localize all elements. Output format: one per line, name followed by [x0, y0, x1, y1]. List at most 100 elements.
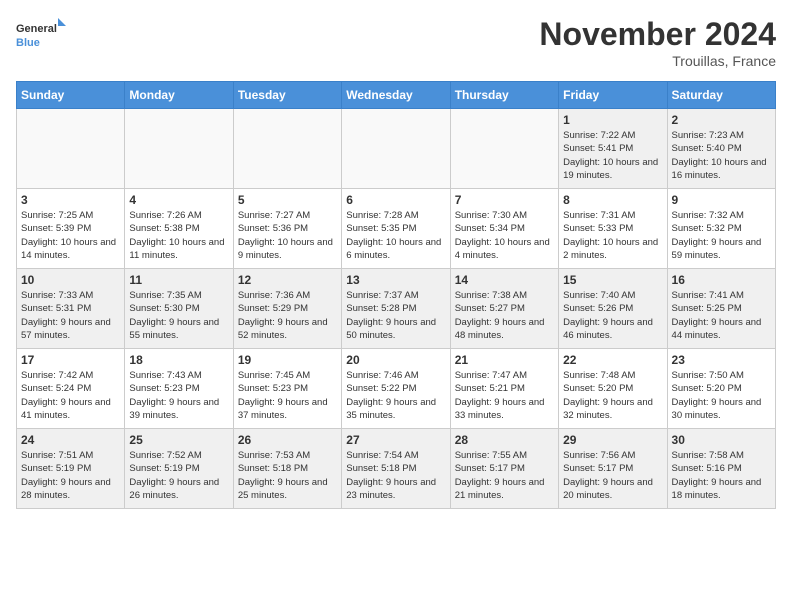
calendar-cell: 18Sunrise: 7:43 AM Sunset: 5:23 PM Dayli… [125, 349, 233, 429]
day-number: 19 [238, 353, 337, 367]
location: Trouillas, France [539, 53, 776, 69]
day-number: 17 [21, 353, 120, 367]
calendar-cell: 12 Sunrise: 7:36 AM Sunset: 5:29 PM Dayli… [233, 269, 341, 349]
day-number: 22 [563, 353, 662, 367]
svg-text:Blue: Blue [16, 37, 40, 49]
day-number: 24 [21, 433, 120, 447]
logo-svg: General Blue [16, 16, 66, 56]
calendar-cell: 19 Sunrise: 7:45 AM Sunset: 5:23 PM Dayli… [233, 349, 341, 429]
calendar-cell: 16 Sunrise: 7:41 AM Sunset: 5:25 PM Dayli… [667, 269, 775, 349]
calendar-cell: 13 Sunrise: 7:37 AM Sunset: 5:28 PM Dayli… [342, 269, 450, 349]
day-info: Sunrise: 7:56 AM Sunset: 5:17 PM Dayligh… [563, 449, 662, 502]
day-number: 13 [346, 273, 445, 287]
calendar-week-row: 3 Sunrise: 7:25 AM Sunset: 5:39 PM Daylig… [17, 189, 776, 269]
day-info: Sunrise: 7:52 AM Sunset: 5:19 PM Dayligh… [129, 449, 228, 502]
calendar-cell: 25 Sunrise: 7:52 AM Sunset: 5:19 PM Dayli… [125, 429, 233, 509]
day-info: Sunrise: 7:37 AM Sunset: 5:28 PM Dayligh… [346, 289, 445, 342]
calendar-cell: 20 Sunrise: 7:46 AM Sunset: 5:22 PM Dayli… [342, 349, 450, 429]
day-number: 10 [21, 273, 120, 287]
logo: General Blue [16, 16, 66, 56]
day-info: Sunrise: 7:43 AM Sunset: 5:23 PM Dayligh… [129, 369, 228, 422]
calendar-cell: 22 Sunrise: 7:48 AM Sunset: 5:20 PM Dayli… [559, 349, 667, 429]
calendar-cell: 23 Sunrise: 7:50 AM Sunset: 5:20 PM Dayli… [667, 349, 775, 429]
calendar-cell: 7Sunrise: 7:30 AM Sunset: 5:34 PM Daylig… [450, 189, 558, 269]
calendar-week-row: 17 Sunrise: 7:42 AM Sunset: 5:24 PM Dayli… [17, 349, 776, 429]
calendar-header-friday: Friday [559, 82, 667, 109]
day-info: Sunrise: 7:58 AM Sunset: 5:16 PM Dayligh… [672, 449, 771, 502]
calendar-header-thursday: Thursday [450, 82, 558, 109]
day-number: 3 [21, 193, 120, 207]
calendar-week-row: 24 Sunrise: 7:51 AM Sunset: 5:19 PM Dayli… [17, 429, 776, 509]
day-number: 8 [563, 193, 662, 207]
calendar-cell: 17 Sunrise: 7:42 AM Sunset: 5:24 PM Dayli… [17, 349, 125, 429]
day-number: 1 [563, 113, 662, 127]
calendar-cell: 24 Sunrise: 7:51 AM Sunset: 5:19 PM Dayli… [17, 429, 125, 509]
day-info: Sunrise: 7:45 AM Sunset: 5:23 PM Dayligh… [238, 369, 337, 422]
day-info: Sunrise: 7:50 AM Sunset: 5:20 PM Dayligh… [672, 369, 771, 422]
day-info: Sunrise: 7:51 AM Sunset: 5:19 PM Dayligh… [21, 449, 120, 502]
day-info: Sunrise: 7:33 AM Sunset: 5:31 PM Dayligh… [21, 289, 120, 342]
calendar-cell [125, 109, 233, 189]
day-number: 23 [672, 353, 771, 367]
day-number: 25 [129, 433, 228, 447]
day-number: 16 [672, 273, 771, 287]
day-info: Sunrise: 7:54 AM Sunset: 5:18 PM Dayligh… [346, 449, 445, 502]
day-number: 26 [238, 433, 337, 447]
calendar-header-wednesday: Wednesday [342, 82, 450, 109]
calendar-header-saturday: Saturday [667, 82, 775, 109]
day-number: 20 [346, 353, 445, 367]
day-info: Sunrise: 7:25 AM Sunset: 5:39 PM Dayligh… [21, 209, 120, 262]
day-number: 28 [455, 433, 554, 447]
day-info: Sunrise: 7:36 AM Sunset: 5:29 PM Dayligh… [238, 289, 337, 342]
calendar-header-monday: Monday [125, 82, 233, 109]
day-number: 27 [346, 433, 445, 447]
calendar-cell: 4 Sunrise: 7:26 AM Sunset: 5:38 PM Daylig… [125, 189, 233, 269]
calendar-cell: 10 Sunrise: 7:33 AM Sunset: 5:31 PM Dayli… [17, 269, 125, 349]
title-block: November 2024 Trouillas, France [539, 16, 776, 69]
calendar-cell: 11 Sunrise: 7:35 AM Sunset: 5:30 PM Dayli… [125, 269, 233, 349]
calendar-week-row: 10 Sunrise: 7:33 AM Sunset: 5:31 PM Dayli… [17, 269, 776, 349]
day-number: 9 [672, 193, 771, 207]
day-info: Sunrise: 7:30 AM Sunset: 5:34 PM Dayligh… [455, 209, 554, 262]
day-info: Sunrise: 7:46 AM Sunset: 5:22 PM Dayligh… [346, 369, 445, 422]
day-info: Sunrise: 7:53 AM Sunset: 5:18 PM Dayligh… [238, 449, 337, 502]
calendar-cell [342, 109, 450, 189]
day-number: 4 [129, 193, 228, 207]
day-info: Sunrise: 7:26 AM Sunset: 5:38 PM Dayligh… [129, 209, 228, 262]
day-info: Sunrise: 7:55 AM Sunset: 5:17 PM Dayligh… [455, 449, 554, 502]
day-info: Sunrise: 7:28 AM Sunset: 5:35 PM Dayligh… [346, 209, 445, 262]
day-info: Sunrise: 7:41 AM Sunset: 5:25 PM Dayligh… [672, 289, 771, 342]
day-number: 6 [346, 193, 445, 207]
day-info: Sunrise: 7:35 AM Sunset: 5:30 PM Dayligh… [129, 289, 228, 342]
day-number: 14 [455, 273, 554, 287]
calendar-header-sunday: Sunday [17, 82, 125, 109]
calendar-cell: 28 Sunrise: 7:55 AM Sunset: 5:17 PM Dayli… [450, 429, 558, 509]
calendar-week-row: 1Sunrise: 7:22 AM Sunset: 5:41 PM Daylig… [17, 109, 776, 189]
day-number: 12 [238, 273, 337, 287]
page-header: General Blue November 2024 Trouillas, Fr… [16, 16, 776, 69]
day-info: Sunrise: 7:31 AM Sunset: 5:33 PM Dayligh… [563, 209, 662, 262]
calendar-cell: 3 Sunrise: 7:25 AM Sunset: 5:39 PM Daylig… [17, 189, 125, 269]
day-info: Sunrise: 7:27 AM Sunset: 5:36 PM Dayligh… [238, 209, 337, 262]
calendar-cell: 5 Sunrise: 7:27 AM Sunset: 5:36 PM Daylig… [233, 189, 341, 269]
calendar-cell: 30 Sunrise: 7:58 AM Sunset: 5:16 PM Dayli… [667, 429, 775, 509]
calendar-cell [17, 109, 125, 189]
day-info: Sunrise: 7:48 AM Sunset: 5:20 PM Dayligh… [563, 369, 662, 422]
calendar-cell: 9 Sunrise: 7:32 AM Sunset: 5:32 PM Daylig… [667, 189, 775, 269]
calendar-cell [450, 109, 558, 189]
calendar-cell: 26 Sunrise: 7:53 AM Sunset: 5:18 PM Dayli… [233, 429, 341, 509]
day-number: 29 [563, 433, 662, 447]
calendar-cell [233, 109, 341, 189]
calendar-cell: 2Sunrise: 7:23 AM Sunset: 5:40 PM Daylig… [667, 109, 775, 189]
day-number: 11 [129, 273, 228, 287]
day-info: Sunrise: 7:42 AM Sunset: 5:24 PM Dayligh… [21, 369, 120, 422]
svg-text:General: General [16, 23, 57, 35]
calendar-cell: 27 Sunrise: 7:54 AM Sunset: 5:18 PM Dayli… [342, 429, 450, 509]
calendar-cell: 8 Sunrise: 7:31 AM Sunset: 5:33 PM Daylig… [559, 189, 667, 269]
day-info: Sunrise: 7:32 AM Sunset: 5:32 PM Dayligh… [672, 209, 771, 262]
day-number: 5 [238, 193, 337, 207]
day-info: Sunrise: 7:47 AM Sunset: 5:21 PM Dayligh… [455, 369, 554, 422]
calendar-cell: 29 Sunrise: 7:56 AM Sunset: 5:17 PM Dayli… [559, 429, 667, 509]
day-number: 15 [563, 273, 662, 287]
day-number: 30 [672, 433, 771, 447]
